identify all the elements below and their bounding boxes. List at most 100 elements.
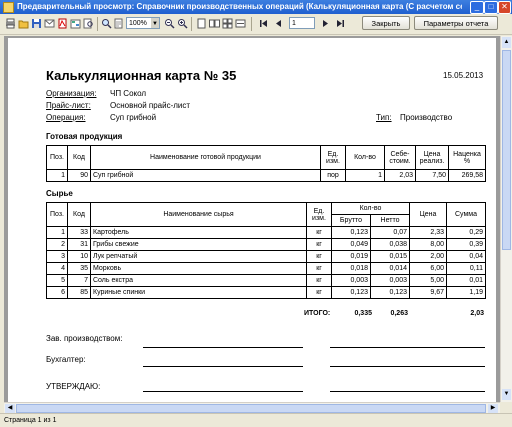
window-titlebar: Предварительный просмотр: Справочник про…: [0, 0, 512, 14]
vertical-scrollbar[interactable]: ▲ ▼: [500, 36, 512, 402]
app-icon: [3, 2, 14, 13]
pdf-export-icon[interactable]: [57, 18, 68, 29]
col-qty: Кол-во: [331, 202, 410, 215]
table-cell: Картофель: [90, 226, 307, 239]
table-row: 1 33 Картофель кг 0,123 0,07 2,33 0,29: [46, 226, 486, 239]
table-cell: кг: [306, 286, 332, 299]
table-cell: Куриные спинки: [90, 286, 307, 299]
single-page-icon[interactable]: [196, 18, 207, 29]
save-icon[interactable]: [31, 18, 42, 29]
table-cell: 5,00: [409, 274, 447, 287]
scroll-left-icon[interactable]: ◀: [5, 404, 15, 413]
zoom-out-icon[interactable]: [164, 18, 175, 29]
table-cell: кг: [306, 250, 332, 263]
table-cell: Морковь: [90, 262, 307, 275]
zoom-select[interactable]: 100% ▼: [126, 17, 160, 29]
operation-label: Операция:: [46, 113, 86, 122]
table-row: 3 10 Лук репчатый кг 0,019 0,015 2,00 0,04: [46, 250, 486, 263]
col-sum: Сумма: [446, 202, 486, 227]
table-cell: кг: [306, 238, 332, 251]
minimize-button[interactable]: _: [470, 1, 484, 14]
sign-manager-label: Зав. производством:: [46, 334, 123, 343]
table-cell: 8,00: [409, 238, 447, 251]
scroll-thumb[interactable]: [502, 50, 511, 250]
find-icon[interactable]: [83, 18, 94, 29]
col-gross: Брутто: [331, 214, 371, 227]
page-number-input[interactable]: 1: [289, 17, 315, 29]
signature-line: [330, 347, 485, 348]
table-cell: 0,04: [446, 250, 486, 263]
raw-table: Поз. Код Наименование сырья Ед. изм. Кол-…: [46, 202, 486, 299]
scroll-up-icon[interactable]: ▲: [502, 37, 511, 48]
operation-value: Суп грибной: [110, 113, 157, 122]
first-page-icon[interactable]: [258, 18, 269, 29]
col-markup: Наценка%: [448, 145, 486, 170]
col-unit: Ед. изм.: [320, 145, 346, 170]
table-cell: 85: [67, 286, 91, 299]
last-page-icon[interactable]: [335, 18, 346, 29]
export-icon[interactable]: [70, 18, 81, 29]
close-window-button[interactable]: ✕: [498, 1, 511, 14]
multi-page-icon[interactable]: [222, 18, 233, 29]
table-cell: 35: [67, 262, 91, 275]
table-cell: 0,01: [446, 274, 486, 287]
scroll-right-icon[interactable]: ▶: [488, 404, 498, 413]
maximize-button[interactable]: □: [484, 1, 498, 14]
product-table: Поз. Код Наименование готовой продукции …: [46, 145, 486, 182]
scroll-down-icon[interactable]: ▼: [502, 389, 511, 400]
approve-label: УТВЕРЖДАЮ:: [46, 382, 101, 391]
col-name: Наименование готовой продукции: [90, 145, 321, 170]
table-cell: 0,038: [370, 238, 410, 251]
signature-line: [143, 391, 303, 392]
table-cell: 0,39: [446, 238, 486, 251]
table-cell: 0,019: [331, 250, 371, 263]
org-value: ЧП Сокол: [110, 89, 147, 98]
report-page: Калькуляционная карта № 35 15.05.2013 Ор…: [8, 38, 496, 402]
product-section-title: Готовая продукция: [46, 132, 123, 141]
col-price: Цена: [409, 202, 447, 227]
col-price: Цена реализ.: [415, 145, 449, 170]
page-info: Страница 1 из 1: [4, 417, 57, 424]
table-cell: 0,003: [331, 274, 371, 287]
col-qty: Кол-во: [345, 145, 385, 170]
page-layout-icon[interactable]: [113, 18, 124, 29]
table-cell: 1: [46, 226, 68, 239]
table-row: 6 85 Куриные спинки кг 0,123 0,123 9,67 1,19: [46, 286, 486, 299]
table-cell: 0,014: [370, 262, 410, 275]
table-cell: 0,018: [331, 262, 371, 275]
table-cell: кг: [306, 226, 332, 239]
table-cell: Лук репчатый: [90, 250, 307, 263]
org-label: Организация:: [46, 89, 97, 98]
report-params-button[interactable]: Параметры отчета: [414, 16, 498, 30]
raw-section-title: Сырье: [46, 189, 73, 198]
table-cell: 33: [67, 226, 91, 239]
signature-line: [330, 391, 485, 392]
table-cell: 0,003: [370, 274, 410, 287]
table-cell: 0,049: [331, 238, 371, 251]
price-label: Прайс-лист:: [46, 101, 91, 110]
chevron-down-icon: ▼: [151, 18, 159, 28]
col-pos: Поз.: [46, 145, 68, 170]
prev-page-icon[interactable]: [273, 18, 284, 29]
type-value: Производство: [400, 113, 453, 122]
zoom-value: 100%: [129, 20, 147, 27]
col-cost: Себе-стоим.: [384, 145, 416, 170]
next-page-icon[interactable]: [320, 18, 331, 29]
col-pos: Поз.: [46, 202, 68, 227]
table-row: 1 90 Суп грибной пор 1 2,03 7,50 269,58: [46, 169, 486, 182]
print-icon[interactable]: [5, 18, 16, 29]
table-cell: 0,123: [331, 286, 371, 299]
scroll-thumb[interactable]: [16, 404, 486, 413]
table-cell: 4: [46, 262, 68, 275]
table-cell: 2: [46, 238, 68, 251]
doc-date: 15.05.2013: [443, 71, 484, 80]
page-width-icon[interactable]: [235, 18, 246, 29]
table-cell: 0,123: [331, 226, 371, 239]
two-pages-icon[interactable]: [209, 18, 220, 29]
zoom-icon[interactable]: [101, 18, 112, 29]
close-button[interactable]: Закрыть: [362, 16, 410, 30]
email-icon[interactable]: [44, 18, 55, 29]
table-cell: 1,19: [446, 286, 486, 299]
zoom-in-icon[interactable]: [177, 18, 188, 29]
open-folder-icon[interactable]: [18, 18, 29, 29]
